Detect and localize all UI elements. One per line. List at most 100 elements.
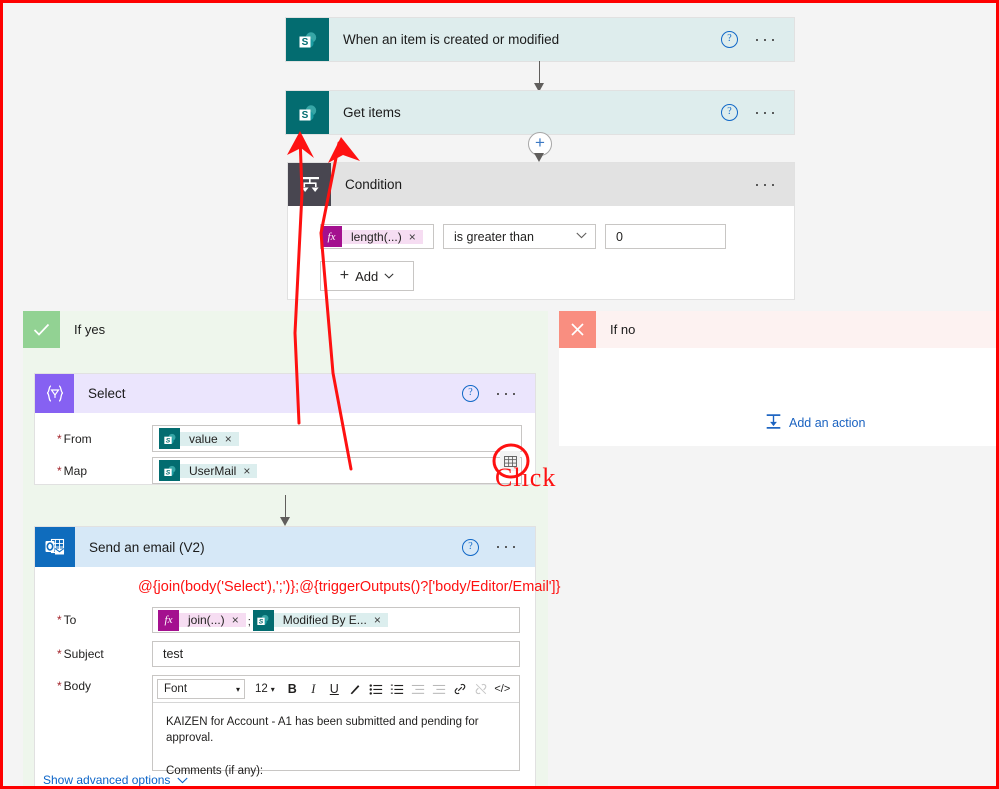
- trigger-header-actions: ? ···: [721, 30, 794, 48]
- help-icon[interactable]: ?: [721, 104, 739, 121]
- number-list-icon[interactable]: [388, 679, 407, 699]
- send-email-title: Send an email (V2): [89, 539, 205, 555]
- add-an-action-button[interactable]: Add an action: [765, 413, 865, 433]
- action-card-send-an-email[interactable]: Send an email (V2) ? ··· * To fx join(...…: [35, 527, 535, 786]
- condition-left-operand-field[interactable]: fx length(...) ×: [320, 224, 434, 249]
- token-chip-value[interactable]: S value ×: [159, 428, 239, 449]
- condition-operator-value: is greater than: [454, 229, 534, 244]
- email-subject-input[interactable]: test: [152, 641, 520, 667]
- remove-chip-icon[interactable]: ×: [374, 613, 381, 627]
- chevron-down-icon: ▾: [270, 684, 275, 694]
- select-map-input[interactable]: S UserMail ×: [152, 457, 522, 484]
- expression-chip-body: length(...) ×: [342, 229, 423, 244]
- overflow-menu-icon[interactable]: ···: [495, 384, 519, 402]
- svg-text:S: S: [301, 37, 308, 48]
- trigger-card-header[interactable]: S When an item is created or modified ? …: [286, 18, 794, 61]
- chevron-down-icon[interactable]: [177, 771, 189, 786]
- email-body-content[interactable]: KAIZEN for Account - A1 has been submitt…: [153, 703, 519, 786]
- token-chip-body: UserMail ×: [180, 463, 258, 478]
- select-icon: [35, 374, 74, 413]
- email-subject-row: * Subject test: [35, 641, 535, 667]
- token-chip-body: value ×: [180, 431, 239, 446]
- svg-text:S: S: [165, 437, 170, 444]
- select-card-header[interactable]: Select ? ···: [35, 374, 535, 413]
- required-marker: *: [57, 679, 62, 693]
- italic-icon[interactable]: I: [304, 679, 323, 699]
- send-email-header-actions: ? ···: [462, 537, 535, 556]
- email-to-input[interactable]: fx join(...) × ; S Modified By E... ×: [152, 607, 520, 633]
- bullet-list-icon[interactable]: [367, 679, 386, 699]
- token-chip-modified-by-email[interactable]: S Modified By E... ×: [252, 609, 388, 631]
- overflow-menu-icon[interactable]: ···: [754, 175, 778, 193]
- condition-icon: [288, 163, 331, 206]
- condition-add-button[interactable]: + Add: [320, 261, 414, 291]
- text-color-icon[interactable]: [346, 679, 365, 699]
- remove-chip-icon[interactable]: ×: [232, 613, 239, 627]
- help-icon[interactable]: ?: [462, 538, 480, 556]
- token-chip-join[interactable]: fx join(...) ×: [158, 609, 246, 631]
- chevron-down-icon[interactable]: [576, 231, 587, 242]
- select-map-label: * Map: [57, 463, 88, 478]
- outdent-icon[interactable]: [409, 679, 428, 699]
- sharepoint-icon: S: [286, 18, 329, 61]
- email-body-line-2: Comments (if any):: [166, 765, 264, 778]
- indent-icon[interactable]: [430, 679, 449, 699]
- condition-header-actions: ···: [754, 175, 794, 193]
- required-marker: *: [57, 431, 62, 446]
- get-items-card-header[interactable]: S Get items ? ···: [286, 91, 794, 134]
- get-items-title: Get items: [343, 105, 401, 120]
- sharepoint-icon: S: [159, 428, 180, 449]
- overflow-menu-icon[interactable]: ···: [754, 30, 778, 48]
- font-family-select[interactable]: Font ▾: [157, 679, 245, 699]
- email-to-separator: ;: [247, 616, 251, 628]
- rte-toolbar: Font ▾ 12 ▾ B I U </>: [153, 676, 519, 703]
- action-card-select[interactable]: Select ? ··· * From S value × * Map S Us…: [35, 374, 535, 484]
- token-chip-label: Modified By E...: [282, 613, 367, 627]
- token-chip-label: value: [189, 431, 218, 446]
- if-yes-label: If yes: [74, 322, 106, 337]
- annotation-click-label: Click: [495, 463, 557, 492]
- token-chip-body: join(...) ×: [179, 613, 246, 627]
- expression-chip[interactable]: fx length(...) ×: [321, 226, 423, 247]
- font-family-value: Font: [164, 683, 188, 695]
- show-advanced-options-link[interactable]: Show advanced options: [43, 771, 189, 786]
- email-body-line-1: KAIZEN for Account - A1 has been submitt…: [166, 716, 479, 744]
- font-size-select[interactable]: 12 ▾: [247, 683, 281, 695]
- remove-chip-icon[interactable]: ×: [225, 432, 232, 446]
- action-card-get-items[interactable]: S Get items ? ···: [286, 91, 794, 134]
- select-map-row: * Map S UserMail ×: [35, 457, 535, 484]
- condition-right-operand-value: 0: [616, 229, 623, 244]
- get-items-header-actions: ? ···: [721, 103, 794, 121]
- fx-icon: fx: [158, 609, 179, 631]
- select-from-input[interactable]: S value ×: [152, 425, 522, 452]
- remove-chip-icon[interactable]: ×: [243, 464, 250, 478]
- bold-icon[interactable]: B: [283, 679, 302, 699]
- help-icon[interactable]: ?: [462, 385, 480, 402]
- condition-card[interactable]: Condition ··· fx length(...) × is greate…: [288, 163, 794, 299]
- required-marker: *: [57, 463, 62, 478]
- condition-right-operand-input[interactable]: 0: [605, 224, 726, 249]
- power-automate-flow-designer: S When an item is created or modified ? …: [0, 0, 999, 789]
- overflow-menu-icon[interactable]: ···: [754, 103, 778, 121]
- select-from-row: * From S value ×: [35, 425, 535, 452]
- add-action-label: Add an action: [789, 416, 866, 430]
- condition-add-label: Add: [355, 268, 379, 284]
- chevron-down-icon[interactable]: [384, 271, 394, 282]
- overflow-menu-icon[interactable]: ···: [495, 537, 519, 555]
- help-icon[interactable]: ?: [721, 31, 739, 48]
- code-view-icon[interactable]: </>: [493, 679, 512, 699]
- underline-icon[interactable]: U: [325, 679, 344, 699]
- trigger-card-when-item-created-or-modified[interactable]: S When an item is created or modified ? …: [286, 18, 794, 61]
- remove-chip-icon[interactable]: ×: [409, 230, 416, 244]
- email-to-row: * To fx join(...) × ; S Modified By E...…: [35, 607, 535, 633]
- unlink-icon[interactable]: [472, 679, 491, 699]
- plus-icon: +: [339, 267, 350, 284]
- condition-operator-select[interactable]: is greater than: [443, 224, 596, 249]
- condition-card-header[interactable]: Condition ···: [288, 163, 794, 206]
- send-email-card-header[interactable]: Send an email (V2) ? ···: [35, 527, 535, 567]
- token-chip-usermail[interactable]: S UserMail ×: [159, 460, 258, 481]
- link-icon[interactable]: [451, 679, 470, 699]
- sharepoint-icon: S: [286, 91, 329, 134]
- email-body-rich-text-editor[interactable]: Font ▾ 12 ▾ B I U </> KAIZEN for Account…: [152, 675, 520, 777]
- email-to-label: * To: [57, 613, 77, 627]
